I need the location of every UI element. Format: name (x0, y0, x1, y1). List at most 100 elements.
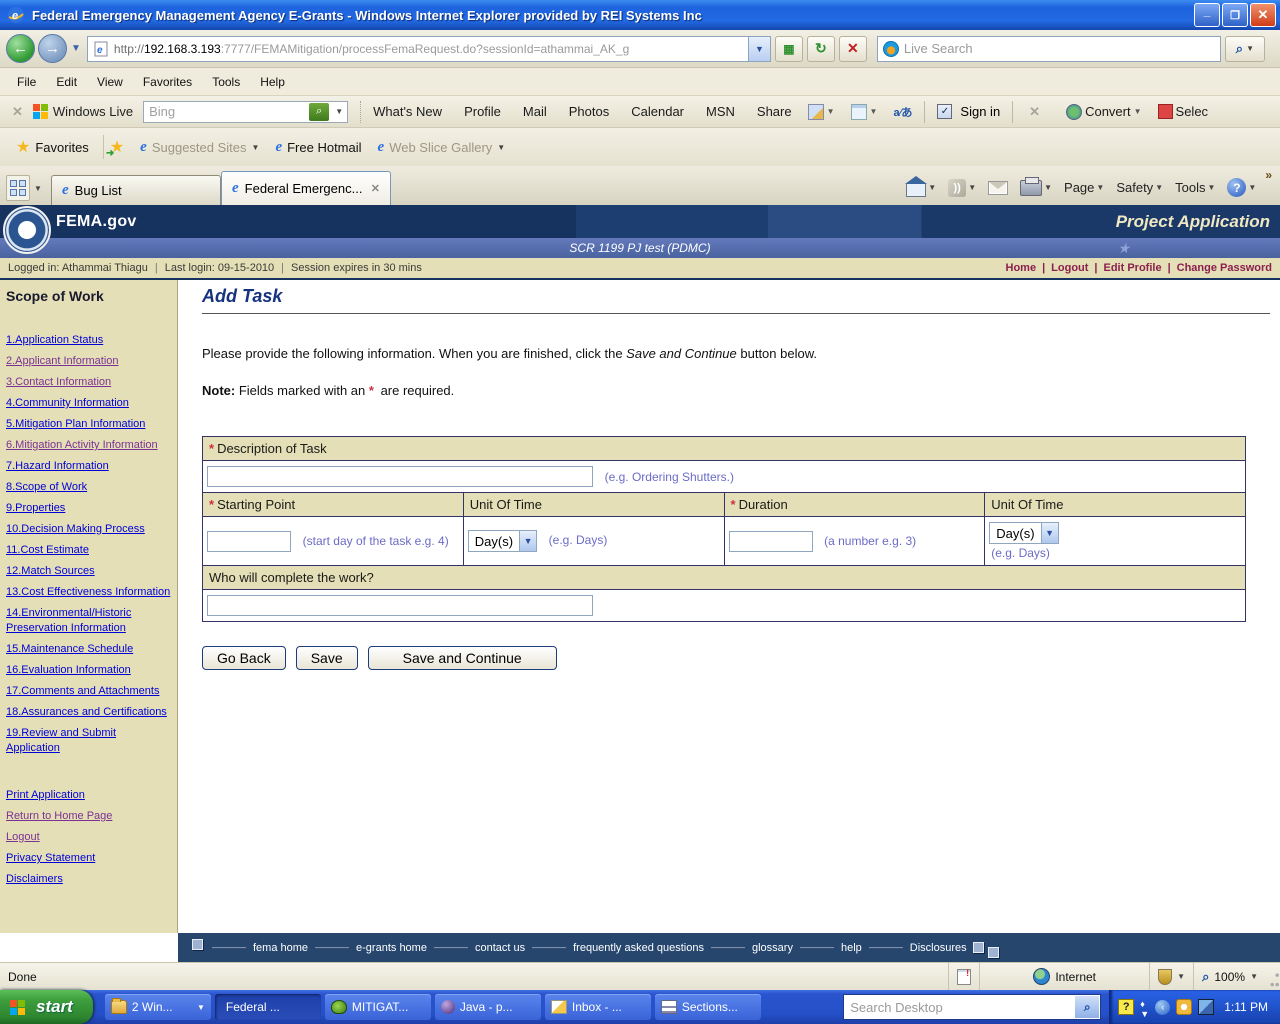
feeds-button[interactable]: )) ▼ (943, 176, 981, 200)
script-notice-icon[interactable] (957, 968, 972, 985)
footer-link[interactable]: glossary (752, 942, 793, 954)
live-search-box[interactable]: Live Search (876, 35, 1221, 62)
restore-button[interactable] (1222, 3, 1248, 27)
read-mail-button[interactable] (983, 178, 1013, 198)
go-back-button[interactable]: Go Back (202, 646, 286, 670)
hide-icons-button[interactable]: ‹ (1155, 999, 1171, 1015)
live-toolbar-link[interactable]: Share (757, 104, 792, 119)
sign-in-button[interactable]: Sign in (960, 104, 1000, 119)
footer-link[interactable]: help (841, 942, 862, 954)
sidebar-section-link[interactable]: 18.Assurances and Certifications (6, 706, 167, 718)
translate-button[interactable]: a⁄あ (893, 104, 912, 120)
start-button[interactable]: start (0, 990, 93, 1024)
live-toolbar-link[interactable]: Mail (523, 104, 547, 119)
bing-search-dropdown[interactable]: ▼ (335, 107, 343, 116)
recent-pages-dropdown[interactable]: ▼ (71, 43, 81, 54)
search-go-button[interactable]: ⌕ ▼ (1224, 35, 1265, 62)
close-button[interactable] (1250, 3, 1276, 27)
sidebar-utility-link[interactable]: Disclaimers (6, 873, 63, 885)
stop-button[interactable]: ✕ (838, 35, 867, 62)
description-of-task-input[interactable] (207, 466, 593, 487)
menu-item[interactable]: Tools (203, 72, 249, 92)
sidebar-section-link[interactable]: 3.Contact Information (6, 376, 111, 388)
sidebar-section-link[interactable]: 8.Scope of Work (6, 481, 87, 493)
favorites-bar-item[interactable]: e Web Slice Gallery ▼ (370, 135, 514, 160)
sidebar-section-link[interactable]: 14.Environmental/Historic Preservation I… (6, 607, 131, 634)
tab-close-icon[interactable]: ✕ (371, 182, 380, 195)
taskbar-task-button[interactable]: 2 Win... ▼ (104, 994, 211, 1020)
minimize-button[interactable] (1194, 3, 1220, 27)
save-button[interactable]: Save (295, 646, 358, 670)
footer-link[interactable]: fema home (253, 942, 308, 954)
feed-form-button[interactable]: ▼ (850, 103, 877, 120)
sidebar-utility-link[interactable]: Print Application (6, 789, 85, 801)
tab-list-dropdown[interactable]: ▼ (31, 175, 45, 201)
duration-input[interactable] (728, 530, 813, 552)
mail-photos-button[interactable]: ▼ (807, 103, 835, 120)
bing-search-input[interactable]: Bing ⌕ ▼ (143, 100, 349, 123)
account-link-logout[interactable]: Logout (1051, 262, 1088, 274)
unit-of-time-select-1[interactable]: Day(s) ▼ (467, 530, 538, 552)
chevron-down-icon[interactable]: ▼ (1040, 523, 1058, 543)
print-button[interactable]: ▼ (1015, 176, 1057, 199)
unit-of-time-select-2[interactable]: Day(s) ▼ (989, 522, 1059, 544)
chevron-down-icon[interactable]: ▼ (519, 531, 537, 551)
account-link-home[interactable]: Home (1006, 262, 1037, 274)
tray-chevron-icons[interactable]: ♦ ▼ (1140, 999, 1149, 1019)
live-toolbar-link[interactable]: MSN (706, 104, 735, 119)
compatibility-view-button[interactable]: ▦ (774, 35, 803, 62)
sidebar-section-link[interactable]: 15.Maintenance Schedule (6, 643, 133, 655)
zoom-control[interactable]: ⌕ 100% ▼ (1193, 963, 1266, 990)
menu-item[interactable]: Help (251, 72, 294, 92)
menu-item[interactable]: View (88, 72, 132, 92)
sidebar-section-link[interactable]: 19.Review and Submit Application (6, 727, 116, 754)
taskbar-task-button[interactable]: Inbox - ... (544, 994, 651, 1020)
address-bar[interactable]: e http://192.168.3.193:7777/FEMAMitigati… (86, 35, 771, 62)
bing-search-button[interactable]: ⌕ (309, 102, 330, 121)
footer-link[interactable]: contact us (475, 942, 525, 954)
group-chevron-icon[interactable]: ▼ (197, 1003, 205, 1012)
sidebar-section-link[interactable]: 9.Properties (6, 502, 65, 514)
forward-button[interactable]: → (38, 34, 67, 63)
browser-tab[interactable]: e Bug List (51, 175, 221, 205)
safety-menu-button[interactable]: Safety ▼ (1111, 177, 1168, 198)
sidebar-section-link[interactable]: 4.Community Information (6, 397, 129, 409)
desktop-search-input[interactable]: Search Desktop ⌕ (843, 994, 1102, 1020)
fema-brand[interactable]: FEMA.gov (56, 213, 137, 231)
protected-mode-pane[interactable]: ▼ (1149, 963, 1193, 990)
taskbar-task-button[interactable]: Java - p... (434, 994, 541, 1020)
sidebar-section-link[interactable]: 16.Evaluation Information (6, 664, 131, 676)
taskbar-task-button[interactable]: Sections... (654, 994, 761, 1020)
live-toolbar-link[interactable]: What's New (373, 104, 442, 119)
footer-link[interactable]: Disclosures (910, 942, 967, 954)
chevron-down-icon[interactable]: ▼ (497, 143, 505, 152)
resize-grip[interactable] (1266, 963, 1280, 990)
tray-reminder-icon[interactable] (1176, 999, 1193, 1015)
search-options-dropdown[interactable]: ▼ (1246, 44, 1254, 53)
sidebar-section-link[interactable]: 13.Cost Effectiveness Information (6, 586, 170, 598)
sidebar-section-link[interactable]: 11.Cost Estimate (6, 544, 89, 556)
toolbar-close-icon[interactable]: ✕ (12, 104, 23, 120)
footer-link[interactable]: frequently asked questions (573, 942, 704, 954)
sidebar-utility-link[interactable]: Return to Home Page (6, 810, 112, 822)
sidebar-section-link[interactable]: 2.Applicant Information (6, 355, 119, 367)
help-button[interactable]: ? ▼ (1222, 175, 1261, 200)
tools-menu-button[interactable]: Tools ▼ (1170, 177, 1220, 198)
footer-link[interactable]: e-grants home (356, 942, 427, 954)
refresh-button[interactable]: ↻ (806, 35, 835, 62)
quick-tabs-button[interactable] (6, 175, 30, 201)
account-link-change-password[interactable]: Change Password (1177, 262, 1272, 274)
live-toolbar-link[interactable]: Profile (464, 104, 501, 119)
save-and-continue-button[interactable]: Save and Continue (367, 646, 557, 670)
address-dropdown[interactable]: ▼ (747, 36, 770, 61)
menu-item[interactable]: Favorites (134, 72, 201, 92)
sidebar-section-link[interactable]: 10.Decision Making Process (6, 523, 145, 535)
sidebar-utility-link[interactable]: Privacy Statement (6, 852, 95, 864)
favorites-bar-item[interactable]: e Suggested Sites ▼ (132, 135, 267, 160)
chevron-down-icon[interactable]: ▼ (252, 143, 260, 152)
back-button[interactable]: ← (6, 34, 35, 63)
sidebar-section-link[interactable]: 12.Match Sources (6, 565, 95, 577)
convert-toolbar-close-icon[interactable]: ✕ (1029, 104, 1040, 120)
live-toolbar-link[interactable]: Photos (569, 104, 609, 119)
sidebar-utility-link[interactable]: Logout (6, 831, 40, 843)
